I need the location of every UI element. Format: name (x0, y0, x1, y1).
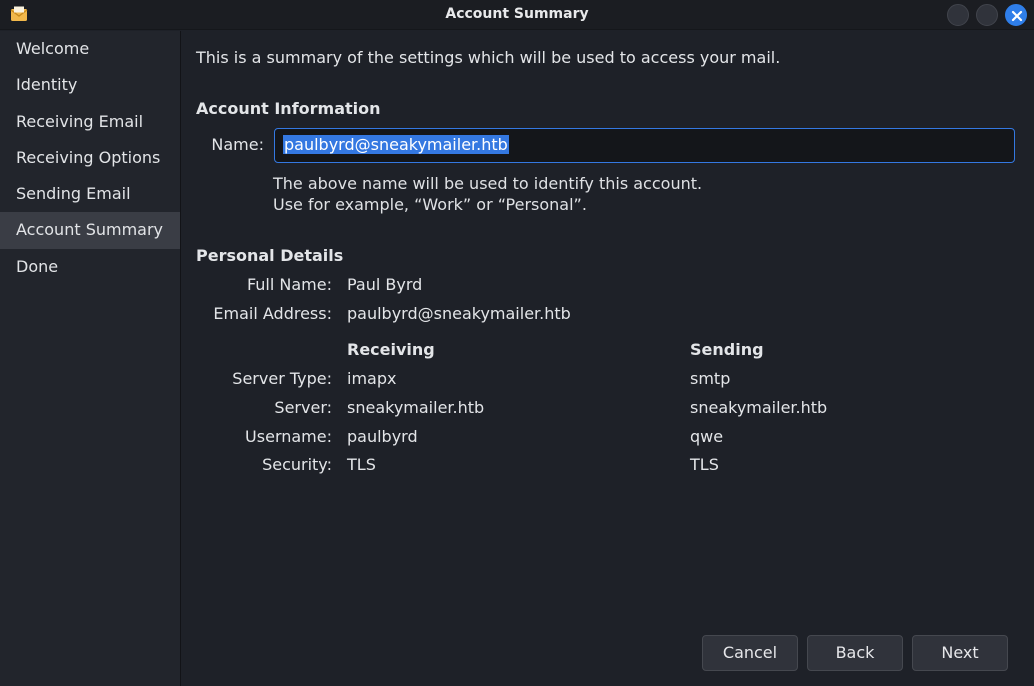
cancel-button[interactable]: Cancel (702, 635, 798, 671)
close-icon (1011, 10, 1023, 22)
receiving-server: sneakymailer.htb (347, 398, 485, 417)
title-bar: Account Summary (0, 0, 1034, 30)
name-hint-line1: The above name will be used to identify … (273, 174, 703, 193)
sending-server: sneakymailer.htb (690, 398, 828, 417)
email-address-label: Email Address: (213, 304, 332, 323)
name-label: Name: (211, 135, 264, 154)
sidebar-item-identity[interactable]: Identity (0, 67, 180, 103)
receiving-username: paulbyrd (347, 427, 418, 446)
account-information-heading: Account Information (196, 99, 381, 118)
sidebar-item-sending-email[interactable]: Sending Email (0, 176, 180, 212)
sending-server-type: smtp (690, 369, 731, 388)
server-type-label: Server Type: (232, 369, 332, 388)
full-name-value: Paul Byrd (347, 275, 423, 294)
receiving-header: Receiving (347, 340, 435, 359)
account-name-input[interactable]: paulbyrd@sneakymailer.htb (274, 128, 1015, 163)
receiving-security: TLS (347, 455, 376, 474)
email-address-value: paulbyrd@sneakymailer.htb (347, 304, 571, 323)
sidebar-item-welcome[interactable]: Welcome (0, 31, 180, 67)
window-title: Account Summary (445, 6, 589, 22)
sending-security: TLS (690, 455, 719, 474)
username-label: Username: (245, 427, 332, 446)
maximize-button[interactable] (976, 4, 998, 26)
sidebar-item-account-summary[interactable]: Account Summary (0, 212, 180, 249)
sending-header: Sending (690, 340, 764, 359)
summary-panel: This is a summary of the settings which … (196, 31, 1026, 686)
full-name-label: Full Name: (246, 275, 332, 294)
sidebar-item-receiving-email[interactable]: Receiving Email (0, 104, 180, 140)
account-name-value: paulbyrd@sneakymailer.htb (283, 135, 509, 154)
receiving-server-type: imapx (347, 369, 397, 388)
server-label: Server: (274, 398, 332, 417)
next-button[interactable]: Next (912, 635, 1008, 671)
sidebar-item-done[interactable]: Done (0, 249, 180, 285)
security-label: Security: (262, 455, 332, 474)
sidebar-item-receiving-options[interactable]: Receiving Options (0, 140, 180, 176)
assistant-sidebar: Welcome Identity Receiving Email Receivi… (0, 31, 181, 686)
personal-details-heading: Personal Details (196, 246, 344, 265)
name-hint-line2: Use for example, “Work” or “Personal”. (273, 195, 587, 214)
intro-text: This is a summary of the settings which … (196, 48, 781, 67)
minimize-button[interactable] (947, 4, 969, 26)
back-button[interactable]: Back (807, 635, 903, 671)
sending-username: qwe (690, 427, 724, 446)
close-button[interactable] (1005, 4, 1027, 26)
